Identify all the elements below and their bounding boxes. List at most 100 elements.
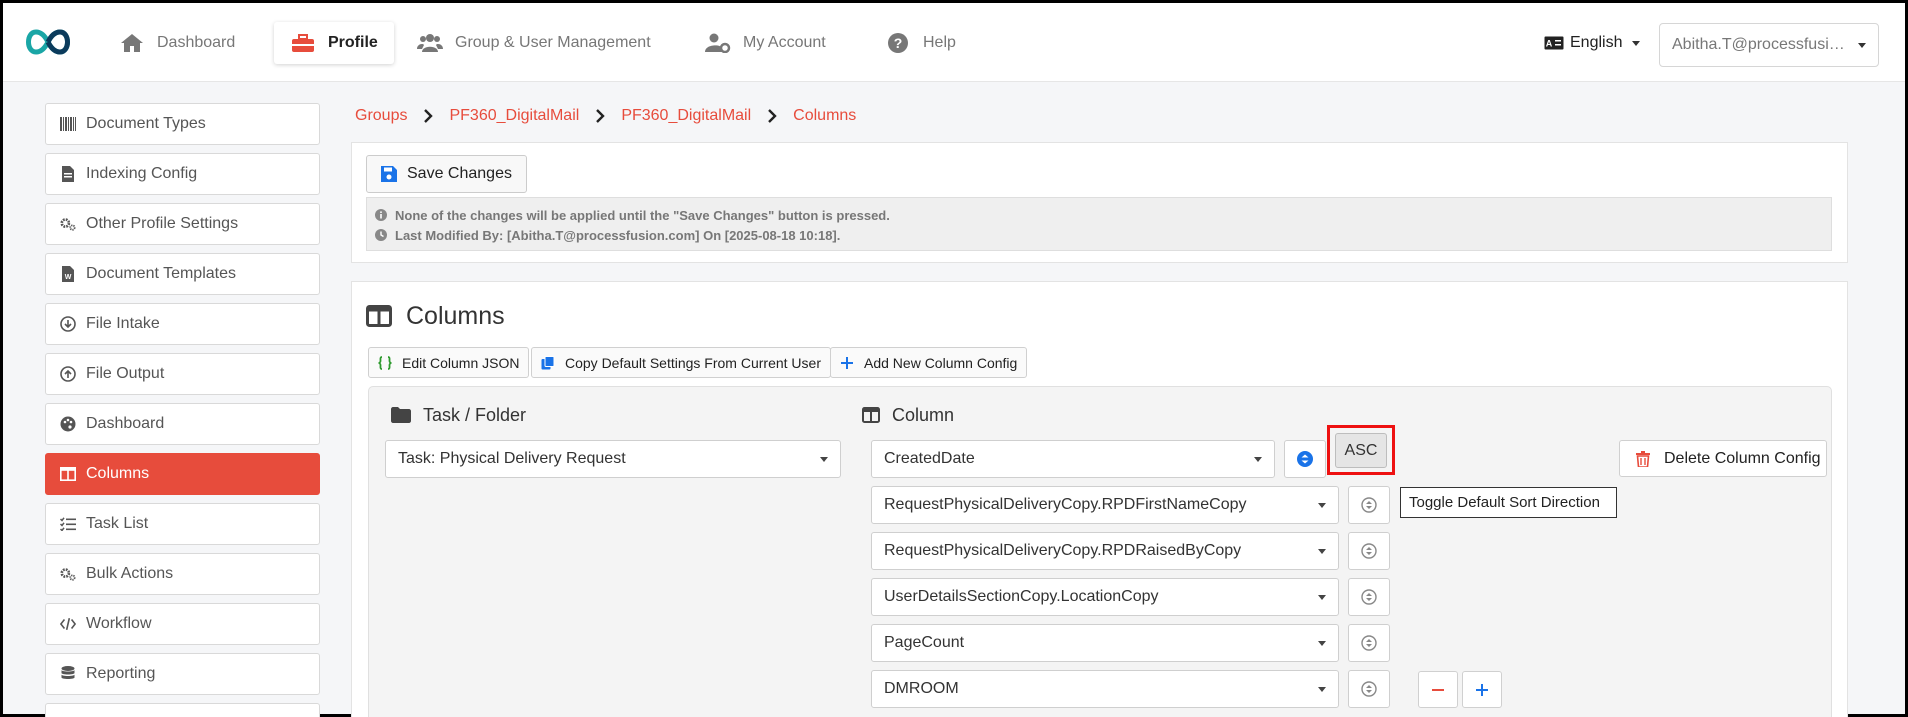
sidebar-item-more[interactable]: [45, 703, 320, 717]
sort-toggle-button[interactable]: [1284, 440, 1326, 478]
chevron-right-icon: [591, 107, 609, 125]
barcode-icon: [60, 116, 76, 132]
sidebar-item-file-intake[interactable]: File Intake: [45, 303, 320, 345]
task-folder-select[interactable]: Task: Physical Delivery Request: [385, 440, 841, 478]
user-account-dropdown[interactable]: Abitha.T@processfusion.com: [1659, 23, 1879, 67]
nav-profile-label: Profile: [328, 34, 378, 51]
sort-toggle-button[interactable]: [1348, 532, 1390, 570]
nav-my-account[interactable]: My Account: [689, 22, 842, 64]
edit-column-json-button[interactable]: Edit Column JSON: [368, 347, 530, 378]
sidebar-item-label: Workflow: [86, 615, 152, 632]
column-select[interactable]: DMROOM: [871, 670, 1339, 708]
sidebar-item-document-templates[interactable]: W Document Templates: [45, 253, 320, 295]
language-icon: A: [1544, 36, 1564, 50]
sort-direction-tooltip: Toggle Default Sort Direction: [1400, 487, 1617, 518]
sort-icon: [1361, 635, 1377, 651]
column-select[interactable]: RequestPhysicalDeliveryCopy.RPDFirstName…: [871, 486, 1339, 524]
sidebar-item-bulk-actions[interactable]: Bulk Actions: [45, 553, 320, 595]
breadcrumb-profile-name[interactable]: PF360_DigitalMail: [621, 107, 751, 125]
chevron-down-icon: [1858, 42, 1866, 48]
column-select[interactable]: PageCount: [871, 624, 1339, 662]
delete-column-config-button[interactable]: Delete Column Config: [1619, 440, 1827, 477]
sort-direction-button[interactable]: ASC: [1335, 433, 1387, 468]
sidebar-item-other-profile-settings[interactable]: Other Profile Settings: [45, 203, 320, 245]
copy-default-settings-button[interactable]: Copy Default Settings From Current User: [531, 347, 831, 378]
nav-dashboard[interactable]: Dashboard: [103, 22, 251, 64]
language-selector[interactable]: A English: [1544, 33, 1641, 53]
folder-icon: [391, 407, 411, 423]
columns-icon: [862, 407, 880, 423]
user-email: Abitha.T@processfusion.com: [1672, 36, 1852, 53]
breadcrumb-group-name[interactable]: PF360_DigitalMail: [449, 107, 579, 125]
column-select-value: CreatedDate: [884, 450, 975, 467]
sidebar-item-label: Document Templates: [86, 265, 236, 282]
info-circle-icon: [375, 209, 387, 221]
trash-icon: [1636, 450, 1650, 467]
sidebar-item-label: Bulk Actions: [86, 565, 174, 582]
columns-icon: [366, 305, 392, 327]
sidebar-item-columns[interactable]: Columns: [45, 453, 320, 495]
word-file-icon: W: [60, 266, 76, 282]
column-select[interactable]: UserDetailsSectionCopy.LocationCopy: [871, 578, 1339, 616]
toolbox-icon: [290, 32, 316, 54]
sidebar-item-dashboard[interactable]: Dashboard: [45, 403, 320, 445]
app-logo-icon[interactable]: [22, 26, 74, 58]
save-warning-line: None of the changes will be applied unti…: [375, 205, 1823, 225]
sort-icon: [1361, 589, 1377, 605]
sidebar-item-document-types[interactable]: Document Types: [45, 103, 320, 145]
column-select[interactable]: RequestPhysicalDeliveryCopy.RPDRaisedByC…: [871, 532, 1339, 570]
minus-icon: [1431, 683, 1445, 697]
svg-text:A: A: [1546, 39, 1553, 49]
column-select-value: RequestPhysicalDeliveryCopy.RPDFirstName…: [884, 496, 1247, 513]
chevron-down-icon: [1318, 502, 1326, 508]
chevron-down-icon: [1254, 456, 1262, 462]
svg-text:W: W: [65, 274, 72, 281]
save-warning-text: None of the changes will be applied unti…: [395, 207, 890, 223]
nav-profile[interactable]: Profile: [274, 22, 394, 64]
file-icon: [60, 166, 76, 182]
sidebar-item-label: Dashboard: [86, 415, 165, 432]
sidebar-item-indexing-config[interactable]: Indexing Config: [45, 153, 320, 195]
add-column-button[interactable]: [1462, 671, 1502, 708]
save-panel: Save Changes None of the changes will be…: [351, 142, 1848, 263]
sidebar-item-reporting[interactable]: Reporting: [45, 653, 320, 695]
sort-toggle-button[interactable]: [1348, 486, 1390, 524]
sidebar-item-label: Reporting: [86, 665, 156, 682]
column-heading: Column: [862, 403, 954, 427]
sidebar-item-label: Other Profile Settings: [86, 215, 239, 232]
sort-toggle-button[interactable]: [1348, 578, 1390, 616]
curly-braces-icon: [378, 355, 392, 370]
remove-column-button[interactable]: [1418, 671, 1458, 708]
sort-icon: [1297, 451, 1313, 467]
task-folder-heading: Task / Folder: [391, 403, 526, 427]
sidebar-item-workflow[interactable]: Workflow: [45, 603, 320, 645]
copy-default-settings-label: Copy Default Settings From Current User: [565, 354, 821, 371]
sort-icon: [1361, 681, 1377, 697]
sidebar-item-task-list[interactable]: Task List: [45, 503, 320, 545]
add-new-column-config-button[interactable]: Add New Column Config: [830, 347, 1028, 378]
nav-group-user-management[interactable]: Group & User Management: [401, 22, 667, 64]
sidebar-item-file-output[interactable]: File Output: [45, 353, 320, 395]
column-select-value: PageCount: [884, 634, 965, 651]
clock-icon: [375, 229, 387, 241]
chevron-down-icon: [1318, 548, 1326, 554]
save-changes-button[interactable]: Save Changes: [366, 155, 527, 193]
columns-panel: Columns Edit Column JSON Copy Default Se…: [351, 281, 1848, 717]
sort-toggle-button[interactable]: [1348, 670, 1390, 708]
columns-icon: [60, 466, 76, 482]
nav-help[interactable]: ? Help: [869, 22, 972, 64]
sort-toggle-button[interactable]: [1348, 624, 1390, 662]
sidebar-item-label: Indexing Config: [86, 165, 198, 182]
arrow-circle-down-icon: [60, 316, 76, 332]
nav-my-account-label: My Account: [743, 34, 826, 51]
floppy-disk-icon: [381, 166, 397, 182]
last-modified-text: Last Modified By: [Abitha.T@processfusio…: [395, 227, 841, 243]
breadcrumb-groups[interactable]: Groups: [355, 107, 407, 125]
column-select-value: UserDetailsSectionCopy.LocationCopy: [884, 588, 1159, 605]
cogs-icon: [60, 566, 76, 582]
column-select-value: RequestPhysicalDeliveryCopy.RPDRaisedByC…: [884, 542, 1242, 559]
plus-icon: [1475, 683, 1489, 697]
cogs-icon: [60, 216, 76, 232]
column-select[interactable]: CreatedDate: [871, 440, 1275, 478]
code-icon: [60, 616, 76, 632]
